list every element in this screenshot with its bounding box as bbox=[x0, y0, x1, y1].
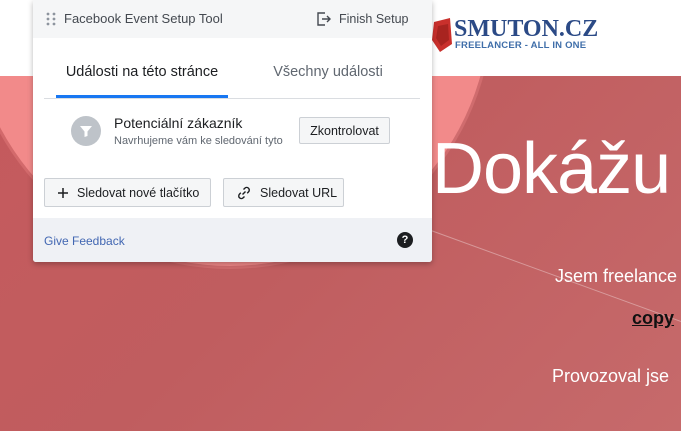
hero-text-line-1: Jsem freelance bbox=[555, 266, 678, 286]
track-url-label: Sledovat URL bbox=[260, 185, 338, 200]
event-name: Potenciální zákazník bbox=[114, 115, 243, 131]
help-icon[interactable]: ? bbox=[397, 232, 413, 248]
track-new-button-button[interactable]: Sledovat nové tlačítko bbox=[44, 178, 211, 207]
track-new-button-label: Sledovat nové tlačítko bbox=[77, 185, 200, 200]
browser-viewport: SMUTON.CZ FREELANCER - ALL IN ONE Dokážu… bbox=[0, 0, 681, 431]
panel-title-bar[interactable]: Facebook Event Setup Tool Finish Setup bbox=[33, 0, 432, 38]
logo-mark-icon bbox=[432, 18, 452, 52]
tab-all-events[interactable]: Všechny události bbox=[244, 50, 412, 97]
track-url-button[interactable]: Sledovat URL bbox=[223, 178, 344, 207]
finish-setup-label: Finish Setup bbox=[339, 12, 409, 26]
finish-setup-button[interactable]: Finish Setup bbox=[315, 6, 408, 32]
panel-title: Facebook Event Setup Tool bbox=[64, 11, 223, 26]
event-icon-badge bbox=[71, 116, 101, 146]
event-setup-panel: Facebook Event Setup Tool Finish Setup U… bbox=[33, 0, 432, 262]
plus-icon bbox=[58, 187, 68, 198]
link-icon bbox=[238, 186, 250, 199]
exit-icon bbox=[317, 12, 331, 26]
hero-link[interactable]: copy bbox=[632, 308, 674, 329]
filter-icon bbox=[80, 126, 92, 137]
tab-events-on-page[interactable]: Události na této stránce bbox=[56, 50, 228, 98]
logo-title: SMUTON.CZ bbox=[454, 16, 599, 42]
site-logo[interactable]: SMUTON.CZ FREELANCER - ALL IN ONE bbox=[430, 16, 630, 56]
panel-footer: Give Feedback ? bbox=[33, 218, 432, 262]
event-description: Navrhujeme vám ke sledování tyto bbox=[114, 135, 283, 147]
hero-text-line-3: Provozoval jse bbox=[552, 366, 670, 386]
give-feedback-link[interactable]: Give Feedback bbox=[44, 234, 125, 248]
logo-subtitle: FREELANCER - ALL IN ONE bbox=[455, 40, 587, 51]
tab-bar: Události na této stránce Všechny událost… bbox=[44, 50, 420, 99]
event-list-item: Potenciální zákazník Navrhujeme vám ke s… bbox=[71, 114, 421, 150]
hero-heading: Dokážu bbox=[432, 129, 671, 209]
check-event-button[interactable]: Zkontrolovat bbox=[299, 117, 390, 144]
drag-handle-icon[interactable] bbox=[46, 12, 56, 26]
